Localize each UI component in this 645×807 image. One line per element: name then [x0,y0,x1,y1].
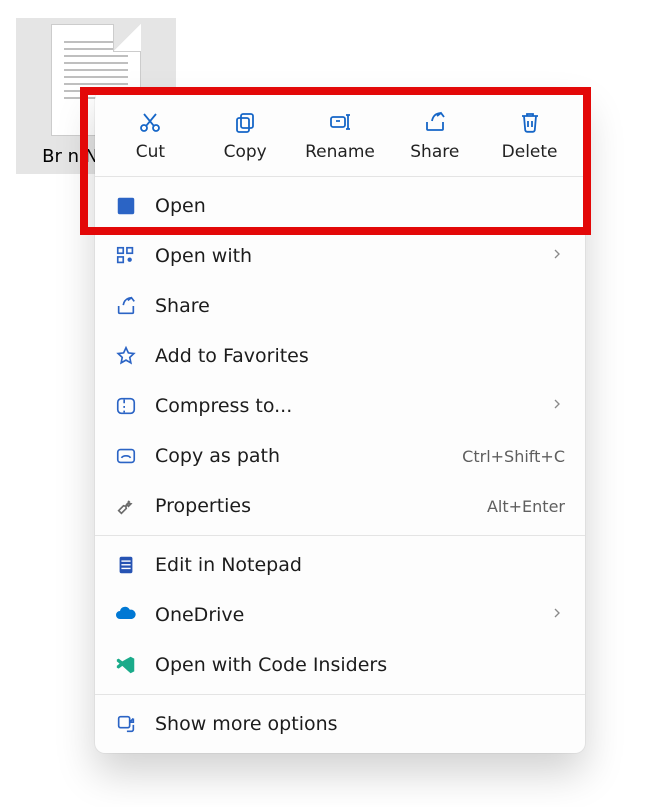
rename-button[interactable]: Rename [301,104,379,166]
delete-button[interactable]: Delete [491,104,569,166]
compress-label: Compress to... [155,395,533,417]
menu-item-edit-notepad[interactable]: Edit in Notepad [95,540,585,590]
menu-item-properties[interactable]: Properties Alt+Enter [95,481,585,531]
compress-icon [113,393,139,419]
onedrive-label: OneDrive [155,604,533,626]
copy-path-icon [113,443,139,469]
copy-button[interactable]: Copy [206,104,284,166]
chevron-right-icon [549,395,565,417]
properties-label: Properties [155,495,471,517]
cut-icon [136,108,164,136]
favorites-label: Add to Favorites [155,345,565,367]
share-menu-icon [113,293,139,319]
notepad-icon [113,552,139,578]
menu-item-open[interactable]: Open [95,181,585,231]
code-insiders-label: Open with Code Insiders [155,654,565,676]
menu-group-2: Edit in Notepad OneDrive Open with Code … [95,536,585,694]
rename-icon [326,108,354,136]
menu-group-1: Open Open with Share [95,177,585,535]
delete-label: Delete [502,142,558,162]
context-menu-toolbar: Cut Copy Rename [95,90,585,176]
copy-icon [231,108,259,136]
share-label: Share [410,142,459,162]
delete-icon [516,108,544,136]
menu-item-share[interactable]: Share [95,281,585,331]
share-icon [421,108,449,136]
share-menu-label: Share [155,295,565,317]
open-label: Open [155,195,549,217]
cut-button[interactable]: Cut [111,104,189,166]
menu-item-show-more[interactable]: Show more options [95,699,585,749]
menu-item-onedrive[interactable]: OneDrive [95,590,585,640]
star-icon [113,343,139,369]
edit-notepad-label: Edit in Notepad [155,554,565,576]
wrench-icon [113,493,139,519]
context-menu: Cut Copy Rename [95,90,585,753]
show-more-icon [113,711,139,737]
menu-item-code-insiders[interactable]: Open with Code Insiders [95,640,585,690]
menu-group-3: Show more options [95,695,585,753]
properties-shortcut: Alt+Enter [487,497,565,516]
open-with-label: Open with [155,245,533,267]
vscode-insiders-icon [113,652,139,678]
chevron-right-icon [549,245,565,267]
open-app-icon [113,193,139,219]
chevron-right-icon [549,604,565,626]
show-more-label: Show more options [155,713,565,735]
menu-item-compress[interactable]: Compress to... [95,381,585,431]
copy-path-shortcut: Ctrl+Shift+C [462,447,565,466]
copy-label: Copy [224,142,267,162]
rename-label: Rename [305,142,375,162]
cut-label: Cut [136,142,165,162]
menu-item-open-with[interactable]: Open with [95,231,585,281]
open-with-icon [113,243,139,269]
onedrive-icon [113,602,139,628]
menu-item-copy-path[interactable]: Copy as path Ctrl+Shift+C [95,431,585,481]
share-button[interactable]: Share [396,104,474,166]
menu-item-add-favorites[interactable]: Add to Favorites [95,331,585,381]
copy-path-label: Copy as path [155,445,446,467]
